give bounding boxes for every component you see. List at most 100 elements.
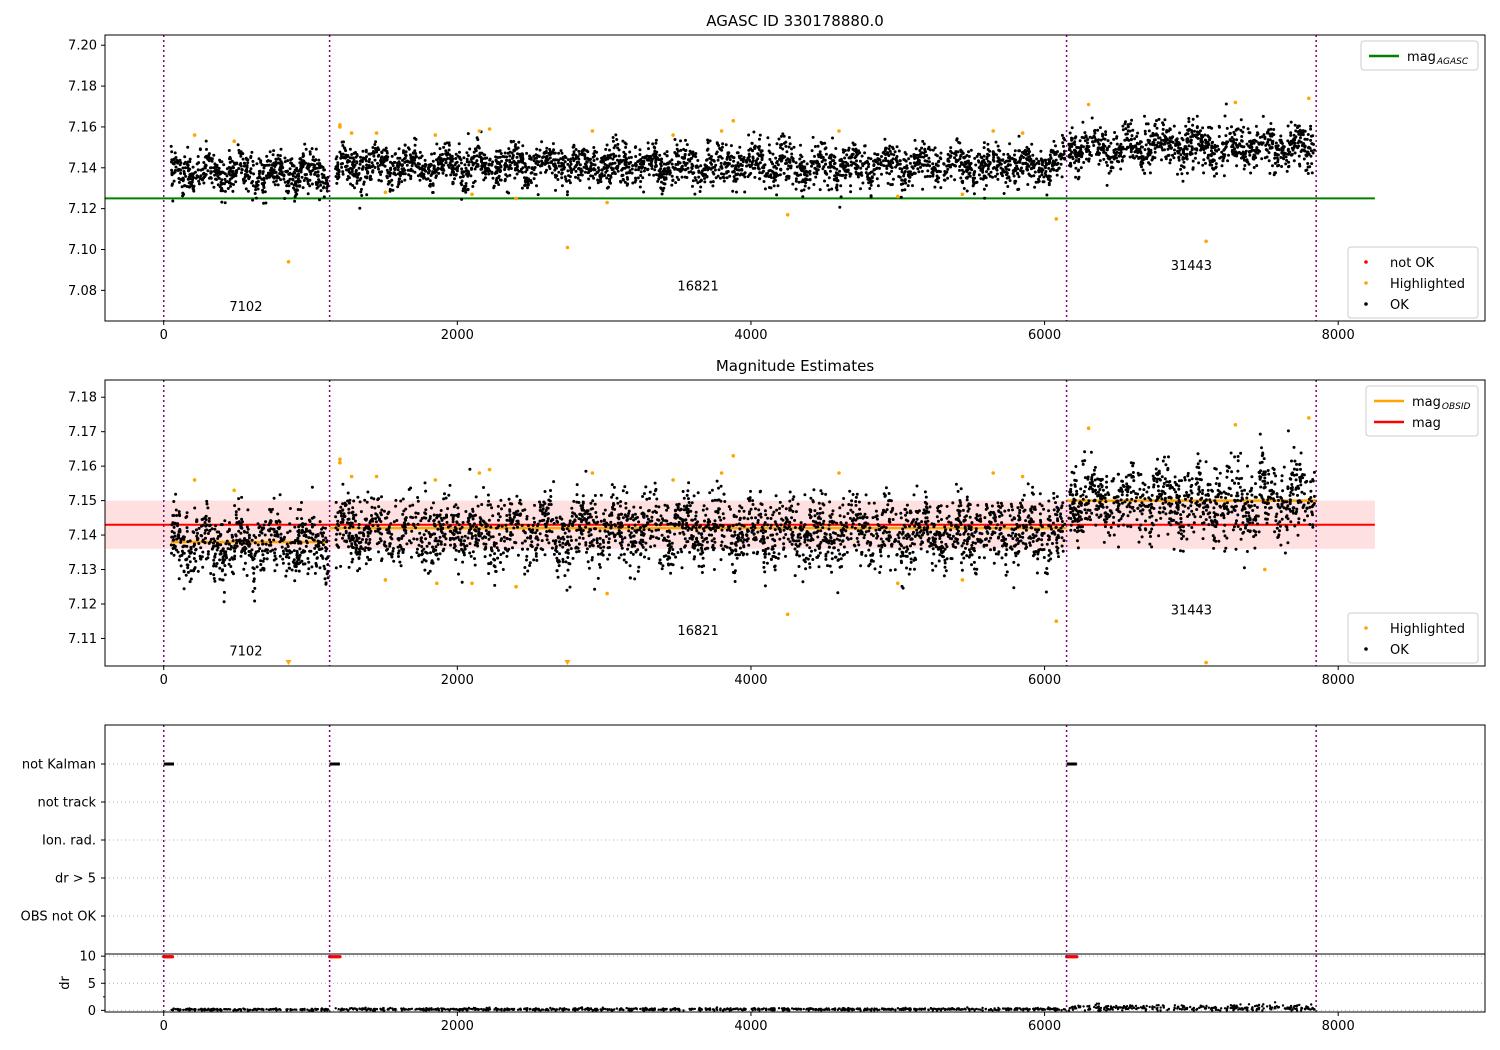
ok-point	[275, 563, 279, 567]
ok-point	[405, 163, 409, 167]
ok-point	[174, 165, 178, 169]
ok-point	[444, 173, 448, 177]
ok-point	[359, 155, 362, 159]
ok-point	[535, 184, 538, 188]
ok-point	[291, 560, 295, 564]
ok-point	[282, 177, 286, 181]
ok-point	[365, 193, 369, 197]
ok-point	[794, 187, 798, 191]
ok-point	[202, 176, 205, 180]
ok-point	[360, 194, 364, 197]
ok-point	[310, 516, 314, 520]
ok-point	[906, 174, 910, 178]
ok-point	[510, 156, 514, 160]
ok-point	[266, 159, 270, 162]
ok-point	[843, 176, 847, 180]
ok-point	[257, 172, 261, 176]
ok-point	[321, 543, 325, 547]
ok-point	[1222, 174, 1226, 178]
ok-point	[358, 206, 362, 210]
ok-point	[867, 156, 870, 160]
ok-point	[911, 166, 915, 170]
ok-point	[853, 162, 857, 166]
ok-point	[321, 176, 325, 179]
ok-point	[1048, 153, 1052, 157]
ok-point	[760, 149, 764, 153]
ok-point	[1247, 131, 1251, 135]
ok-point	[472, 155, 476, 158]
ok-point	[196, 531, 199, 535]
ok-point	[1098, 126, 1102, 130]
ok-point	[567, 179, 571, 182]
ok-point	[1293, 123, 1297, 127]
ok-point	[1018, 160, 1022, 164]
ok-point	[1054, 144, 1057, 148]
ok-point	[378, 163, 382, 167]
ok-point	[255, 180, 258, 184]
ok-point	[532, 159, 536, 163]
ok-point	[365, 163, 369, 167]
ok-point	[400, 167, 404, 171]
ok-point	[626, 177, 630, 181]
ok-point	[290, 568, 294, 572]
ok-point	[933, 146, 937, 150]
ok-point	[772, 172, 776, 176]
ok-point	[317, 166, 321, 170]
ok-point	[856, 172, 860, 176]
ok-point	[298, 561, 302, 565]
ok-point	[1081, 151, 1084, 155]
ok-point	[1227, 153, 1230, 157]
ok-point	[314, 158, 318, 162]
ok-point	[980, 163, 984, 167]
ok-point	[958, 168, 961, 172]
ok-point	[605, 143, 609, 147]
ok-point	[557, 151, 561, 155]
highlighted-point	[1086, 102, 1091, 107]
ok-point	[278, 525, 282, 529]
ok-point	[916, 167, 920, 171]
ok-point	[266, 551, 270, 555]
ok-point	[381, 163, 385, 167]
ok-point	[1077, 168, 1081, 172]
ok-point	[1289, 142, 1293, 146]
ok-point	[549, 161, 553, 165]
ok-point	[177, 180, 181, 184]
ok-point	[1031, 166, 1035, 170]
ok-point	[205, 147, 208, 151]
ok-point	[715, 141, 719, 145]
ok-point	[654, 141, 658, 145]
ok-point	[982, 175, 986, 179]
ok-point	[427, 171, 431, 175]
ok-point	[839, 184, 843, 188]
ok-point	[384, 146, 388, 150]
ok-point	[803, 184, 807, 188]
ok-point	[887, 161, 891, 165]
ok-point	[961, 172, 965, 176]
ok-point	[828, 154, 832, 158]
ok-point	[172, 171, 176, 175]
ok-point	[786, 167, 790, 171]
ok-point	[364, 167, 368, 171]
ok-point	[638, 185, 642, 189]
ok-point	[397, 177, 401, 181]
ok-point	[279, 162, 283, 165]
ok-point	[294, 569, 298, 573]
ok-point	[1126, 146, 1130, 149]
ok-point	[1117, 160, 1121, 164]
ok-point	[445, 141, 449, 145]
ok-point	[312, 538, 316, 542]
ok-point	[717, 155, 721, 159]
ok-point	[321, 165, 325, 169]
ok-point	[235, 516, 238, 520]
ok-point	[205, 523, 209, 527]
ok-point	[452, 170, 456, 174]
y-tick-label: 7.12	[68, 202, 97, 217]
ok-point	[351, 160, 355, 164]
ok-point	[253, 192, 257, 195]
ok-point	[193, 506, 197, 510]
ok-point	[1105, 164, 1109, 167]
ok-point	[711, 184, 715, 188]
ok-point	[1220, 142, 1224, 146]
ok-point	[902, 158, 906, 161]
ok-point	[324, 557, 328, 561]
